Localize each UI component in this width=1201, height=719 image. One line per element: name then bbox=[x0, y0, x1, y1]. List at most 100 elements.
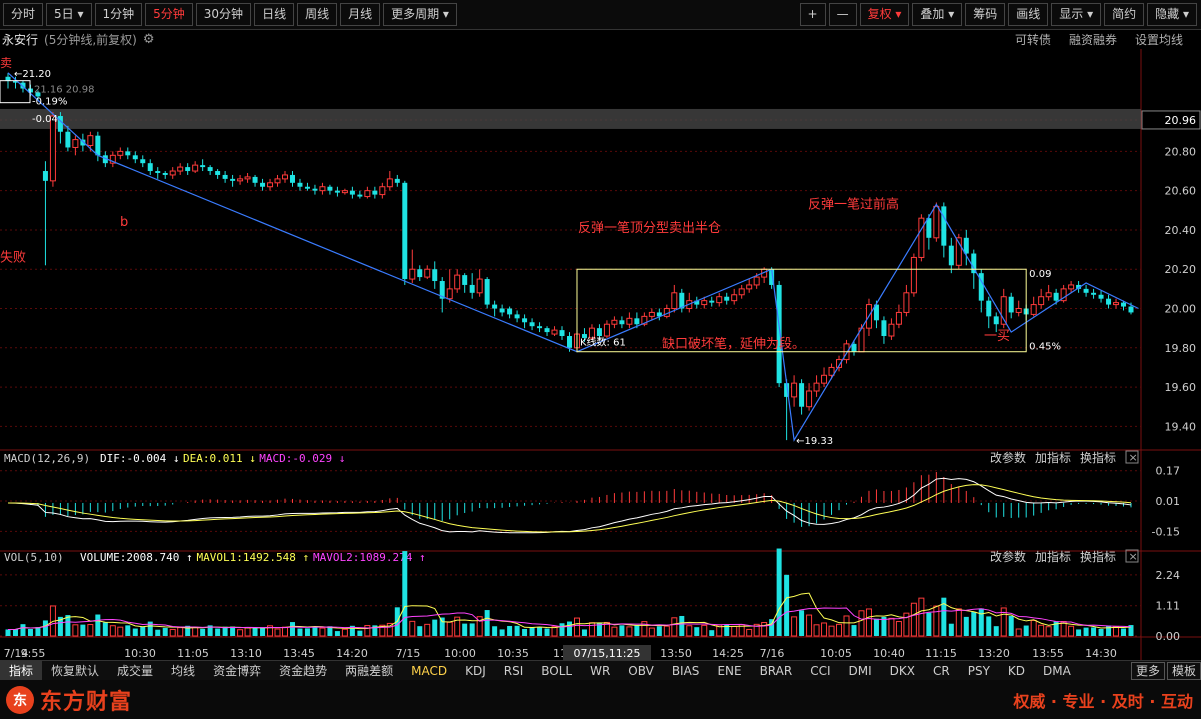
vol-bar bbox=[611, 626, 618, 637]
candle-body bbox=[462, 275, 468, 285]
brand-name: 东方财富 bbox=[40, 689, 133, 715]
box-right-top-label: 0.09 bbox=[1029, 269, 1051, 280]
period-button-8[interactable]: 更多周期 ▾ bbox=[383, 3, 457, 26]
vol-bar bbox=[95, 614, 101, 636]
indicator-tab-19[interactable]: CR bbox=[924, 661, 959, 681]
indicator-tab-17[interactable]: DMI bbox=[840, 661, 881, 681]
toolbar-button-2[interactable]: 复权 ▾ bbox=[859, 3, 910, 26]
footer: 东 东方财富 权威 · 专业 · 及时 · 互动 bbox=[0, 680, 1201, 719]
period-button-5[interactable]: 日线 bbox=[254, 3, 295, 26]
toolbar-button-5[interactable]: 画线 bbox=[1008, 3, 1049, 26]
candle-body bbox=[507, 308, 513, 315]
vol-bar bbox=[836, 623, 843, 637]
macd-action-1[interactable]: 加指标 bbox=[1035, 450, 1071, 465]
toolbar-button-8[interactable]: 隐藏 ▾ bbox=[1147, 3, 1197, 26]
period-button-2[interactable]: 1分钟 bbox=[94, 3, 143, 26]
toolbar-button-1[interactable]: — bbox=[828, 3, 857, 26]
vol-bar bbox=[1030, 619, 1037, 637]
indicator-tab-18[interactable]: DKX bbox=[881, 661, 924, 681]
crosshair-time: 07/15,11:25 bbox=[574, 647, 641, 660]
period-button-0[interactable]: 分时 bbox=[3, 3, 44, 26]
candle-body bbox=[215, 171, 221, 175]
candle-body bbox=[895, 311, 902, 325]
vol-bar bbox=[289, 622, 295, 636]
indicator-tab-21[interactable]: KD bbox=[999, 661, 1034, 681]
vol-bar bbox=[963, 616, 969, 636]
vol-bar bbox=[978, 608, 984, 636]
candle-body bbox=[200, 165, 206, 168]
period-button-7[interactable]: 月线 bbox=[340, 3, 381, 26]
toolbar-button-4[interactable]: 筹码 bbox=[965, 3, 1006, 26]
vol-bar bbox=[1023, 625, 1029, 636]
y-tick-label: 20.20 bbox=[1165, 263, 1197, 276]
vol-bar bbox=[776, 548, 782, 636]
gear-icon[interactable]: ⚙ bbox=[143, 32, 155, 47]
indicator-tab-9[interactable]: RSI bbox=[495, 661, 533, 681]
indicator-tab-5[interactable]: 资金趋势 bbox=[270, 661, 336, 681]
toolbar-button-3[interactable]: 叠加 ▾ bbox=[912, 3, 963, 26]
indicator-tab-23[interactable]: 更多 bbox=[1130, 662, 1165, 680]
vol-bar bbox=[986, 616, 992, 636]
indicator-tab-13[interactable]: BIAS bbox=[663, 661, 709, 681]
toolbar-button-0[interactable]: + bbox=[799, 3, 826, 26]
candle-body bbox=[49, 115, 56, 182]
link-margin-trading[interactable]: 融资融券 bbox=[1069, 31, 1117, 48]
macd-action-2[interactable]: 换指标 bbox=[1080, 450, 1116, 465]
kline-chart[interactable]: 20.96 20.80 20.60 20.40 20.20 20.00 19.80 19.60… bbox=[0, 49, 1201, 660]
candle-body bbox=[559, 330, 565, 337]
vol-bar bbox=[1038, 624, 1045, 637]
candle-body bbox=[260, 182, 266, 187]
indicator-tab-11[interactable]: WR bbox=[581, 661, 619, 681]
vol-bar bbox=[1106, 625, 1112, 636]
vol-close-icon[interactable]: × bbox=[1129, 550, 1138, 563]
vol-bar bbox=[926, 612, 932, 636]
vol-legend-1: VOLUME:2008.740 ↑ bbox=[80, 551, 193, 564]
indicator-tab-1[interactable]: 恢复默认 bbox=[42, 661, 108, 681]
candle-body bbox=[537, 326, 543, 329]
period-button-6[interactable]: 周线 bbox=[297, 3, 338, 26]
indicator-tab-6[interactable]: 两融差额 bbox=[336, 661, 402, 681]
indicator-tab-0[interactable]: 指标 bbox=[0, 661, 43, 681]
toolbar-button-6[interactable]: 显示 ▾ bbox=[1051, 3, 1102, 26]
indicator-tab-7[interactable]: MACD bbox=[402, 661, 456, 681]
candle-body bbox=[222, 174, 228, 179]
indicator-tab-16[interactable]: CCI bbox=[801, 661, 839, 681]
x-tick-label: 13:50 bbox=[660, 647, 692, 660]
indicator-tab-4[interactable]: 资金博弈 bbox=[204, 661, 270, 681]
vol-action-2[interactable]: 换指标 bbox=[1080, 549, 1116, 564]
indicator-tab-8[interactable]: KDJ bbox=[456, 661, 495, 681]
vol-bar bbox=[417, 626, 423, 636]
indicator-tab-15[interactable]: BRAR bbox=[751, 661, 802, 681]
period-button-1[interactable]: 5日 ▾ bbox=[46, 3, 92, 26]
indicator-tab-10[interactable]: BOLL bbox=[532, 661, 581, 681]
link-convertible-bond[interactable]: 可转债 bbox=[1015, 31, 1051, 48]
vol-bar bbox=[529, 627, 535, 636]
annotation-first-buy: 一买 bbox=[984, 329, 1010, 344]
toolbar-button-7[interactable]: 简约 bbox=[1104, 3, 1145, 26]
macd-close-icon[interactable]: × bbox=[1129, 451, 1138, 464]
vol-bar bbox=[140, 626, 146, 636]
indicator-tab-2[interactable]: 成交量 bbox=[108, 661, 162, 681]
link-ma-settings[interactable]: 设置均线 bbox=[1135, 31, 1183, 48]
indicator-tab-3[interactable]: 均线 bbox=[162, 661, 204, 681]
candle-body bbox=[469, 284, 475, 293]
indicator-tab-14[interactable]: ENE bbox=[708, 661, 750, 681]
candle-body bbox=[386, 178, 393, 188]
period-button-4[interactable]: 30分钟 bbox=[195, 3, 252, 26]
indicator-tab-20[interactable]: PSY bbox=[959, 661, 999, 681]
candle-body bbox=[948, 245, 954, 266]
candle-body bbox=[1128, 306, 1134, 313]
vol-action-0[interactable]: 改参数 bbox=[990, 549, 1026, 564]
macd-action-0[interactable]: 改参数 bbox=[990, 450, 1026, 465]
pct-label-1: -0.19% bbox=[32, 96, 67, 107]
indicator-tab-22[interactable]: DMA bbox=[1034, 661, 1080, 681]
vol-action-1[interactable]: 加指标 bbox=[1035, 549, 1071, 564]
vol-bar bbox=[656, 626, 662, 636]
vol-bar bbox=[948, 623, 954, 636]
period-button-3[interactable]: 5分钟 bbox=[145, 3, 193, 26]
indicator-tab-24[interactable]: 模板 bbox=[1166, 662, 1201, 680]
chart-title-bar: 永安行 (5分钟线,前复权) ⚙ 可转债 融资融券 设置均线 bbox=[0, 29, 1201, 49]
indicator-tab-12[interactable]: OBV bbox=[619, 661, 663, 681]
chart-subtitle: (5分钟线,前复权) bbox=[44, 32, 137, 47]
candle-body bbox=[1098, 294, 1104, 299]
